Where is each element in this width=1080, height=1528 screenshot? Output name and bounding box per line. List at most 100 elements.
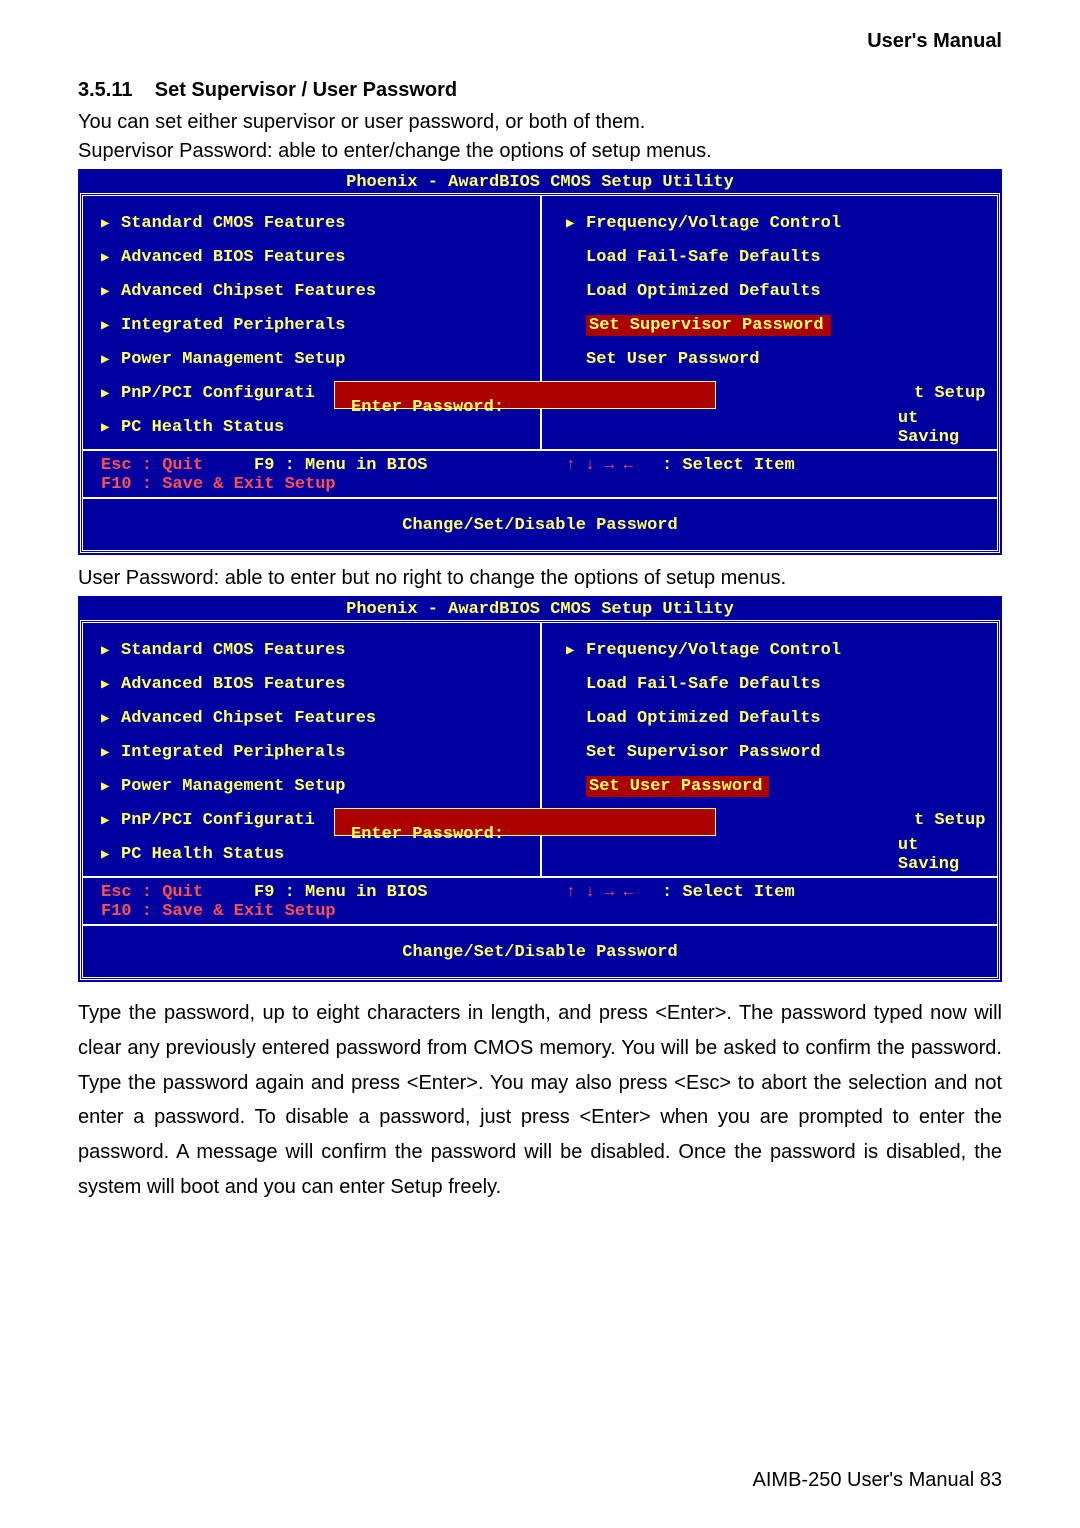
hint-arrows: ↑ ↓ → ← xyxy=(566,883,633,901)
menu-item-label-selected: Set Supervisor Password xyxy=(586,315,831,336)
menu-load-failsafe[interactable]: ▶Load Fail-Safe Defaults xyxy=(566,670,989,699)
menu-item-label: t Setup xyxy=(586,811,985,830)
menu-set-supervisor[interactable]: ▶Set Supervisor Password xyxy=(566,311,989,340)
hint-f9: F9 : Menu in BIOS xyxy=(254,456,427,475)
menu-item-label: PnP/PCI Configurati xyxy=(121,384,315,403)
menu-item-label: Set User Password xyxy=(586,350,759,369)
menu-item-label: Frequency/Voltage Control xyxy=(586,641,841,660)
menu-standard-cmos[interactable]: ▶ Standard CMOS Features xyxy=(101,636,532,665)
menu-advanced-chipset[interactable]: ▶ Advanced Chipset Features xyxy=(101,277,532,306)
menu-item-label: Advanced BIOS Features xyxy=(121,675,345,694)
menu-power-management[interactable]: ▶ Power Management Setup xyxy=(101,345,532,374)
menu-exit-saving-partial[interactable]: ▶ut Saving xyxy=(566,840,989,869)
menu-item-label: Integrated Peripherals xyxy=(121,316,345,335)
triangle-icon: ▶ xyxy=(101,642,111,659)
menu-item-label: Load Fail-Safe Defaults xyxy=(586,248,821,267)
triangle-icon: ▶ xyxy=(101,249,111,266)
menu-item-label: Set Supervisor Password xyxy=(586,743,821,762)
menu-set-user[interactable]: ▶Set User Password xyxy=(566,772,989,801)
menu-item-label: Standard CMOS Features xyxy=(121,214,345,233)
bios-screenshot-1: Phoenix - AwardBIOS CMOS Setup Utility ▶… xyxy=(78,169,1002,555)
menu-item-label: Power Management Setup xyxy=(121,350,345,369)
menu-item-label: Advanced Chipset Features xyxy=(121,709,376,728)
menu-frequency-voltage[interactable]: ▶ Frequency/Voltage Control xyxy=(566,209,989,238)
menu-standard-cmos[interactable]: ▶ Standard CMOS Features xyxy=(101,209,532,238)
menu-power-management[interactable]: ▶ Power Management Setup xyxy=(101,772,532,801)
triangle-icon: ▶ xyxy=(101,744,111,761)
triangle-icon: ▶ xyxy=(566,642,576,659)
bios2-footer: Change/Set/Disable Password xyxy=(83,924,997,977)
menu-item-label: Load Fail-Safe Defaults xyxy=(586,675,821,694)
hint-f10: F10 : Save & Exit Setup xyxy=(101,475,336,494)
menu-pc-health[interactable]: ▶ PC Health Status xyxy=(101,840,532,869)
mid-paragraph: User Password: able to enter but no righ… xyxy=(78,565,1002,592)
triangle-icon: ▶ xyxy=(101,283,111,300)
triangle-icon: ▶ xyxy=(101,778,111,795)
menu-integrated-peripherals[interactable]: ▶ Integrated Peripherals xyxy=(101,738,532,767)
hint-select: : Select Item xyxy=(662,883,795,902)
hint-esc: Esc : Quit xyxy=(101,883,203,902)
menu-advanced-chipset[interactable]: ▶ Advanced Chipset Features xyxy=(101,704,532,733)
bios2-title: Phoenix - AwardBIOS CMOS Setup Utility xyxy=(80,598,1000,620)
menu-pc-health[interactable]: ▶ PC Health Status xyxy=(101,413,532,442)
bios-screenshot-2: Phoenix - AwardBIOS CMOS Setup Utility ▶… xyxy=(78,596,1002,982)
menu-item-label: Integrated Peripherals xyxy=(121,743,345,762)
menu-item-label: ut Saving xyxy=(586,836,989,874)
hint-esc: Esc : Quit xyxy=(101,456,203,475)
triangle-icon: ▶ xyxy=(101,317,111,334)
section-number: 3.5.11 xyxy=(78,79,133,101)
section-heading: 3.5.11 Set Supervisor / User Password xyxy=(78,79,1002,102)
body-paragraph: Type the password, up to eight character… xyxy=(78,996,1002,1205)
hint-f10: F10 : Save & Exit Setup xyxy=(101,902,336,921)
menu-exit-setup-partial[interactable]: ▶t Setup xyxy=(566,806,989,835)
menu-set-supervisor[interactable]: ▶Set Supervisor Password xyxy=(566,738,989,767)
bios2-key-hints: Esc : Quit F9 : Menu in BIOS F10 : Save … xyxy=(83,876,997,924)
triangle-icon: ▶ xyxy=(101,812,111,829)
menu-item-label: PC Health Status xyxy=(121,845,284,864)
menu-advanced-bios[interactable]: ▶ Advanced BIOS Features xyxy=(101,243,532,272)
vertical-separator xyxy=(540,623,542,876)
section-name: Set Supervisor / User Password xyxy=(155,79,457,101)
page-header: User's Manual xyxy=(78,30,1002,53)
bios1-key-hints: Esc : Quit F9 : Menu in BIOS F10 : Save … xyxy=(83,449,997,497)
hint-f9: F9 : Menu in BIOS xyxy=(254,883,427,902)
menu-integrated-peripherals[interactable]: ▶ Integrated Peripherals xyxy=(101,311,532,340)
bios1-footer: Change/Set/Disable Password xyxy=(83,497,997,550)
hint-select: : Select Item xyxy=(662,456,795,475)
intro-paragraph-1: You can set either supervisor or user pa… xyxy=(78,109,1002,136)
menu-item-label: Advanced Chipset Features xyxy=(121,282,376,301)
bios1-title: Phoenix - AwardBIOS CMOS Setup Utility xyxy=(80,171,1000,193)
triangle-icon: ▶ xyxy=(101,710,111,727)
menu-item-label: ut Saving xyxy=(586,409,989,447)
vertical-separator xyxy=(540,196,542,449)
menu-advanced-bios[interactable]: ▶ Advanced BIOS Features xyxy=(101,670,532,699)
page-number-footer: AIMB-250 User's Manual 83 xyxy=(753,1469,1002,1492)
menu-item-label: Load Optimized Defaults xyxy=(586,709,821,728)
triangle-icon: ▶ xyxy=(101,419,111,436)
menu-frequency-voltage[interactable]: ▶ Frequency/Voltage Control xyxy=(566,636,989,665)
menu-exit-saving-partial[interactable]: ▶ut Saving xyxy=(566,413,989,442)
triangle-icon: ▶ xyxy=(101,676,111,693)
menu-item-label-selected: Set User Password xyxy=(586,776,769,797)
password-prompt-label: Enter Password: xyxy=(351,398,504,417)
menu-item-label: Load Optimized Defaults xyxy=(586,282,821,301)
menu-exit-setup-partial[interactable]: ▶t Setup xyxy=(566,379,989,408)
menu-load-optimized[interactable]: ▶Load Optimized Defaults xyxy=(566,704,989,733)
menu-item-label: Frequency/Voltage Control xyxy=(586,214,841,233)
menu-item-label: t Setup xyxy=(586,384,985,403)
menu-item-label: Power Management Setup xyxy=(121,777,345,796)
triangle-icon: ▶ xyxy=(101,351,111,368)
menu-item-label: PnP/PCI Configurati xyxy=(121,811,315,830)
triangle-icon: ▶ xyxy=(566,215,576,232)
menu-item-label: Standard CMOS Features xyxy=(121,641,345,660)
menu-set-user[interactable]: ▶Set User Password xyxy=(566,345,989,374)
menu-load-failsafe[interactable]: ▶Load Fail-Safe Defaults xyxy=(566,243,989,272)
triangle-icon: ▶ xyxy=(101,385,111,402)
triangle-icon: ▶ xyxy=(101,846,111,863)
menu-load-optimized[interactable]: ▶Load Optimized Defaults xyxy=(566,277,989,306)
triangle-icon: ▶ xyxy=(101,215,111,232)
intro-paragraph-2: Supervisor Password: able to enter/chang… xyxy=(78,138,1002,165)
hint-arrows: ↑ ↓ → ← xyxy=(566,456,633,474)
menu-item-label: PC Health Status xyxy=(121,418,284,437)
menu-item-label: Advanced BIOS Features xyxy=(121,248,345,267)
